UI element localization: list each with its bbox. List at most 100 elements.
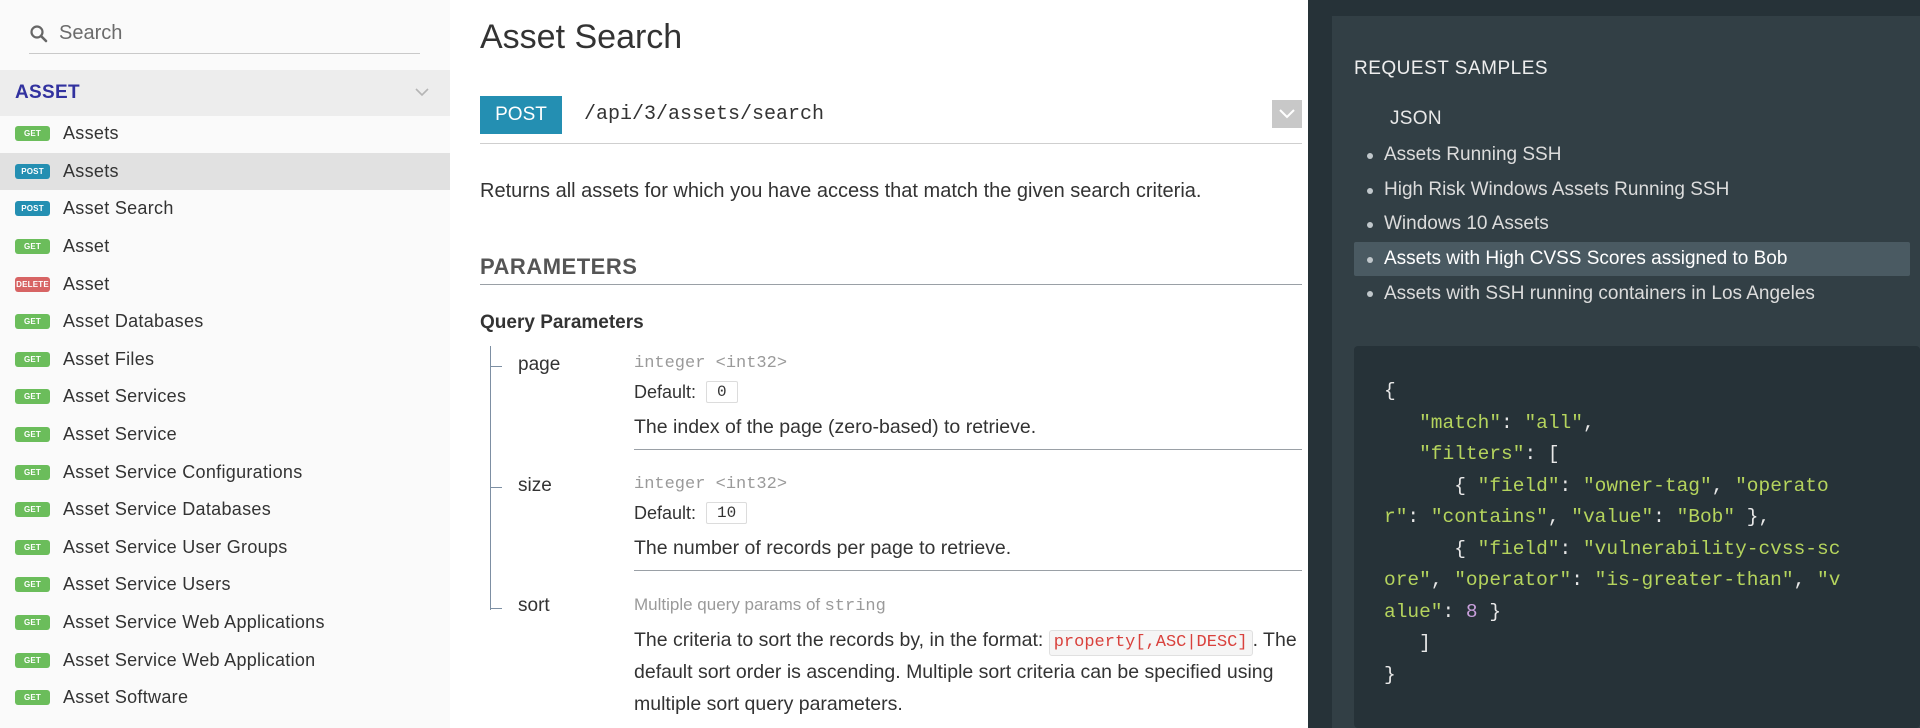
- method-badge: GET: [15, 126, 50, 142]
- request-sample-item[interactable]: Windows 10 Assets: [1354, 207, 1910, 242]
- search-input[interactable]: [59, 18, 409, 48]
- sidebar-item[interactable]: GET Asset: [0, 228, 450, 266]
- tree-branch-end: [490, 597, 502, 609]
- sidebar: ASSET GET Assets POST Assets POST Asset Searc…: [0, 0, 450, 728]
- sidebar-item-label: Asset Service Web Application: [63, 649, 316, 670]
- tab-json[interactable]: JSON: [1390, 108, 1442, 130]
- sidebar-item-label: Asset Service: [63, 424, 177, 445]
- sidebar-item-label: Asset: [63, 273, 110, 294]
- param-name: page: [518, 354, 561, 375]
- parameters-heading: PARAMETERS: [480, 254, 1302, 285]
- param-type: integer <int32>: [634, 475, 788, 494]
- sidebar-item-label: Asset Databases: [63, 311, 204, 332]
- sidebar-item-label: Asset Service Users: [63, 574, 231, 595]
- param-desc-before: The criteria to sort the records by, in …: [634, 629, 1044, 651]
- request-sample-item[interactable]: Assets with SSH running containers in Lo…: [1354, 276, 1910, 311]
- method-badge: DELETE: [15, 276, 50, 292]
- param-detail: Multiple query params of string The crit…: [634, 595, 1302, 726]
- request-sample-item[interactable]: Assets Running SSH: [1354, 138, 1910, 173]
- sidebar-item[interactable]: GET Asset Service Users: [0, 566, 450, 604]
- sidebar-item-label: Asset: [63, 236, 110, 257]
- sidebar-item[interactable]: POST Assets: [0, 152, 450, 191]
- request-sample-label: Assets with SSH running containers in Lo…: [1384, 282, 1815, 304]
- request-sample-item[interactable]: Assets with High CVSS Scores assigned to…: [1354, 241, 1910, 277]
- code-token: :: [1653, 506, 1677, 528]
- code-token: "is-greater-than": [1594, 569, 1794, 591]
- code-token: "vulnerability-cvss-sc: [1582, 537, 1841, 560]
- method-badge: GET: [15, 389, 50, 405]
- sidebar-menu: GET Assets POST Assets POST Asset Search GET As…: [0, 115, 450, 717]
- param-default: Default: 0: [634, 381, 1302, 403]
- param-name: size: [518, 475, 552, 496]
- code-token: {: [1384, 380, 1396, 402]
- sidebar-item-label: Asset Service Web Applications: [63, 612, 325, 633]
- sidebar-item[interactable]: GET Assets: [0, 115, 450, 153]
- sidebar-item[interactable]: GET Asset Files: [0, 341, 450, 379]
- code-token: ore": [1384, 569, 1431, 591]
- sidebar-item[interactable]: GET Asset Service Databases: [0, 491, 450, 529]
- sidebar-item[interactable]: GET Asset Service Configurations: [0, 453, 450, 491]
- sidebar-item-label: Assets: [63, 123, 119, 144]
- code-token: "filters": [1419, 443, 1525, 465]
- method-badge: GET: [15, 502, 50, 518]
- sidebar-item-label: Asset Search: [63, 198, 174, 219]
- default-value: 10: [706, 502, 748, 524]
- sidebar-item[interactable]: DELETE Asset: [0, 265, 450, 303]
- method-badge: GET: [15, 314, 50, 330]
- code-token: ,: [1582, 411, 1595, 434]
- code-line: r": "contains", "value": "Bob" },: [1384, 502, 1904, 534]
- param-description: The criteria to sort the records by, in …: [634, 624, 1302, 726]
- code-token: }: [1477, 600, 1502, 623]
- code-token: r": [1384, 506, 1408, 528]
- param-type: integer <int32>: [634, 354, 788, 373]
- sidebar-item[interactable]: GET Asset Databases: [0, 303, 450, 341]
- code-line: alue": 8 }: [1384, 597, 1904, 629]
- group-title: ASSET: [15, 82, 80, 103]
- param-description: The index of the page (zero-based) to re…: [634, 416, 1037, 438]
- sidebar-item[interactable]: GET Asset Service User Groups: [0, 529, 450, 567]
- sidebar-item[interactable]: GET Asset Service: [0, 416, 450, 454]
- bullet-icon: [1367, 256, 1373, 263]
- request-sample-item[interactable]: High Risk Windows Assets Running SSH: [1354, 173, 1910, 208]
- param-description: The number of records per page to retrie…: [634, 537, 1012, 559]
- method-badge: GET: [15, 351, 50, 367]
- code-line: "filters": [: [1384, 439, 1904, 471]
- sidebar-item-label: Asset Service Configurations: [63, 461, 303, 482]
- endpoint-expand-button[interactable]: [1272, 100, 1302, 128]
- page-title: Asset Search: [480, 18, 683, 56]
- code-token: ,: [1547, 506, 1572, 528]
- endpoint-bar[interactable]: POST /api/3/assets/search: [480, 96, 1302, 144]
- code-token: "v: [1817, 569, 1841, 591]
- request-sample-label: High Risk Windows Assets Running SSH: [1384, 178, 1730, 200]
- sidebar-item[interactable]: POST Asset Search: [0, 190, 450, 228]
- code-token: 8: [1465, 600, 1478, 623]
- group-header-asset[interactable]: ASSET: [0, 70, 450, 116]
- sidebar-item-label: Assets: [63, 160, 119, 181]
- sidebar-item-label: Asset Software: [63, 687, 189, 708]
- code-token: "contains": [1430, 506, 1548, 528]
- code-token: alue": [1384, 600, 1443, 623]
- code-token: {: [1384, 474, 1478, 497]
- samples-list: Assets Running SSH High Risk Windows Asse…: [1354, 138, 1910, 311]
- method-badge: POST: [15, 201, 50, 217]
- bullet-icon: [1367, 291, 1373, 298]
- main-content: Asset Search POST /api/3/assets/search R…: [450, 0, 1308, 728]
- query-parameters-heading: Query Parameters: [480, 312, 644, 333]
- sidebar-item-label: Asset Service User Groups: [63, 536, 288, 557]
- request-samples-heading: REQUEST SAMPLES: [1354, 58, 1549, 79]
- code-sample-box: { "match": "all", "filters": [ { "field"…: [1354, 346, 1920, 728]
- sidebar-item[interactable]: GET Asset Service Web Applications: [0, 604, 450, 642]
- code-token: }: [1384, 663, 1396, 686]
- sidebar-item[interactable]: GET Asset Services: [0, 378, 450, 416]
- code-token: "match": [1419, 411, 1502, 434]
- param-type-prefix: Multiple query params of: [634, 595, 821, 614]
- param-name: sort: [518, 595, 550, 616]
- code-token: :: [1442, 600, 1466, 623]
- default-label: Default:: [634, 381, 697, 402]
- sidebar-item[interactable]: GET Asset Software: [0, 679, 450, 717]
- sidebar-item-label: Asset Services: [63, 386, 187, 407]
- sidebar-item[interactable]: GET Asset Service Web Application: [0, 641, 450, 679]
- code-token: ,: [1430, 569, 1455, 591]
- code-token: "operato: [1735, 474, 1829, 497]
